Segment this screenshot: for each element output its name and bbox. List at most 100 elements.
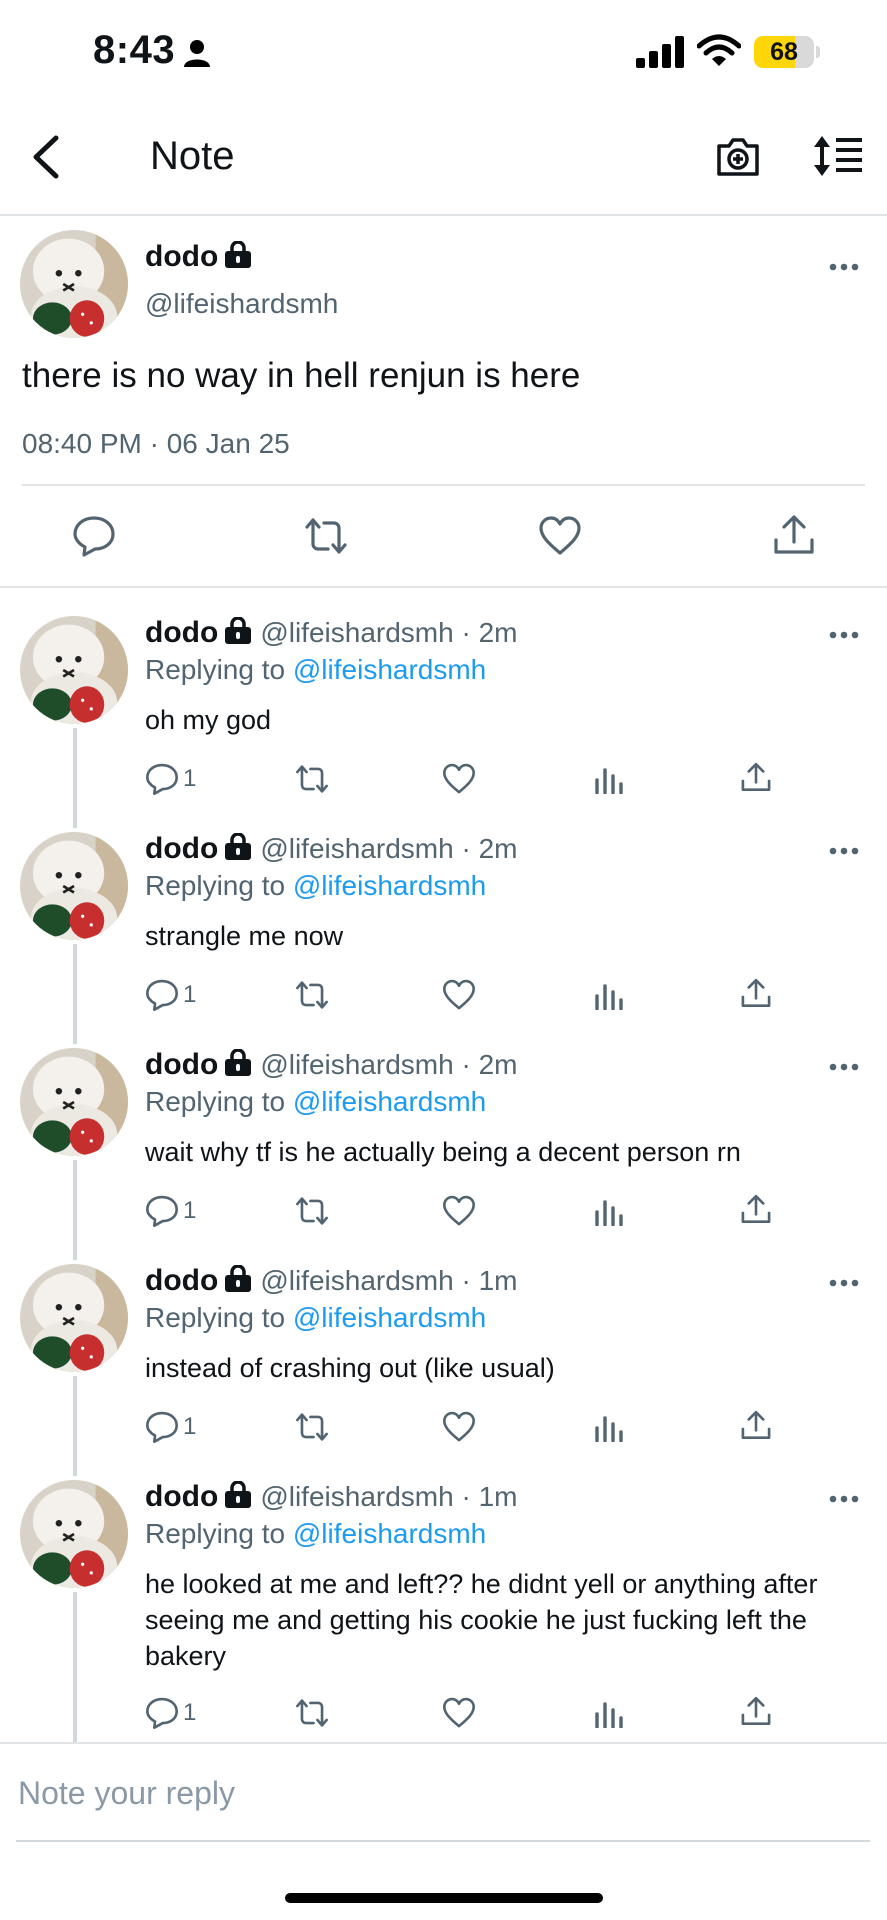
like-icon (443, 1195, 475, 1226)
reply-item[interactable]: dodo @lifeishardsmh · 2m Replying to @life… (0, 832, 887, 1018)
author-handle[interactable]: @lifeishardsmh · 1m (260, 1481, 517, 1512)
author-name[interactable]: dodo (145, 1048, 218, 1081)
camera-icon[interactable] (715, 134, 761, 178)
author-handle[interactable]: @lifeishardsmh (145, 288, 338, 320)
like-button[interactable] (442, 1410, 476, 1446)
sort-icon[interactable] (812, 134, 864, 178)
comment-button[interactable]: 1 (145, 1696, 196, 1732)
author-name[interactable]: dodo (145, 616, 218, 649)
mention-link[interactable]: @lifeishardsmh (293, 654, 486, 685)
reply-header: dodo @lifeishardsmh · 1m (145, 1480, 517, 1514)
comment-button[interactable]: 1 (145, 1410, 196, 1446)
share-button[interactable] (740, 1696, 772, 1732)
lock-icon (225, 833, 252, 860)
like-button[interactable] (442, 1194, 476, 1230)
status-bar: 8:43 68 (0, 0, 887, 104)
replying-to: Replying to @lifeishardsmh (145, 1518, 486, 1550)
more-icon[interactable] (829, 630, 859, 640)
reply-header: dodo @lifeishardsmh · 2m (145, 1048, 517, 1082)
retweet-button[interactable] (294, 1696, 330, 1732)
author-handle[interactable]: @lifeishardsmh · 2m (260, 1049, 517, 1080)
wifi-icon (697, 34, 741, 66)
page-title: Note (150, 134, 235, 178)
comment-icon (146, 1195, 178, 1227)
like-icon (443, 763, 475, 794)
share-icon (741, 762, 771, 791)
views-button[interactable] (594, 764, 624, 800)
share-icon[interactable] (772, 514, 816, 558)
retweet-icon[interactable] (304, 514, 348, 558)
retweet-button[interactable] (294, 1410, 330, 1446)
retweet-button[interactable] (294, 978, 330, 1014)
replying-label: Replying to (145, 654, 293, 685)
avatar[interactable] (20, 230, 128, 338)
author-name[interactable]: dodo (145, 240, 218, 273)
more-icon[interactable] (829, 1494, 859, 1504)
reply-input[interactable] (16, 1762, 870, 1824)
comment-icon (146, 1411, 178, 1443)
avatar[interactable] (20, 616, 128, 724)
comment-button[interactable]: 1 (145, 978, 196, 1014)
comment-button[interactable]: 1 (145, 1194, 196, 1230)
avatar[interactable] (20, 1480, 128, 1588)
tweet-timestamp: 08:40 PM · 06 Jan 25 (22, 428, 290, 459)
author-handle[interactable]: @lifeishardsmh · 1m (260, 1265, 517, 1296)
replying-to: Replying to @lifeishardsmh (145, 1086, 486, 1118)
share-button[interactable] (740, 762, 772, 798)
mention-link[interactable]: @lifeishardsmh (293, 1302, 486, 1333)
share-button[interactable] (740, 1410, 772, 1446)
avatar[interactable] (20, 1048, 128, 1156)
replying-label: Replying to (145, 870, 293, 901)
share-button[interactable] (740, 1194, 772, 1230)
author-name[interactable]: dodo (145, 1480, 218, 1513)
home-indicator[interactable] (285, 1893, 603, 1903)
views-button[interactable] (594, 980, 624, 1016)
like-button[interactable] (442, 978, 476, 1014)
reply-item[interactable]: dodo @lifeishardsmh · 2m Replying to @life… (0, 616, 887, 802)
reply-item[interactable]: dodo @lifeishardsmh · 2m Replying to @life… (0, 1048, 887, 1234)
author-name[interactable]: dodo (145, 1264, 218, 1297)
more-icon[interactable] (829, 262, 859, 272)
like-icon (443, 979, 475, 1010)
like-icon[interactable] (538, 514, 582, 558)
like-button[interactable] (442, 762, 476, 798)
author-handle[interactable]: @lifeishardsmh · 2m (260, 617, 517, 648)
retweet-button[interactable] (294, 1194, 330, 1230)
views-button[interactable] (594, 1698, 624, 1734)
replying-label: Replying to (145, 1086, 293, 1117)
reply-item[interactable]: dodo @lifeishardsmh · 1m Replying to @life… (0, 1264, 887, 1450)
more-icon[interactable] (829, 846, 859, 856)
more-icon[interactable] (829, 1062, 859, 1072)
share-button[interactable] (740, 978, 772, 1014)
like-button[interactable] (442, 1696, 476, 1732)
views-icon (595, 1200, 623, 1226)
comment-count: 1 (183, 1699, 197, 1726)
comment-icon (146, 979, 178, 1011)
retweet-icon (296, 765, 328, 793)
mention-link[interactable]: @lifeishardsmh (293, 1086, 486, 1117)
retweet-icon (296, 981, 328, 1009)
reply-text: wait why tf is he actually being a decen… (145, 1137, 741, 1167)
retweet-button[interactable] (294, 762, 330, 798)
comment-icon[interactable] (72, 514, 116, 558)
share-icon (741, 978, 771, 1007)
avatar[interactable] (20, 1264, 128, 1372)
avatar[interactable] (20, 832, 128, 940)
mention-link[interactable]: @lifeishardsmh (293, 870, 486, 901)
lock-icon (225, 1049, 252, 1076)
comment-count: 1 (183, 1197, 197, 1224)
author-name[interactable]: dodo (145, 832, 218, 865)
author-handle[interactable]: @lifeishardsmh · 2m (260, 833, 517, 864)
views-button[interactable] (594, 1196, 624, 1232)
reply-item[interactable]: dodo @lifeishardsmh · 1m Replying to @life… (0, 1480, 887, 1736)
mention-link[interactable]: @lifeishardsmh (293, 1518, 486, 1549)
back-icon[interactable] (30, 134, 62, 180)
more-icon[interactable] (829, 1278, 859, 1288)
reply-underline (16, 1840, 870, 1842)
comment-button[interactable]: 1 (145, 762, 196, 798)
views-button[interactable] (594, 1412, 624, 1448)
person-icon (184, 40, 210, 67)
signal-icon (636, 36, 684, 68)
views-icon (595, 984, 623, 1010)
replying-to: Replying to @lifeishardsmh (145, 870, 486, 902)
